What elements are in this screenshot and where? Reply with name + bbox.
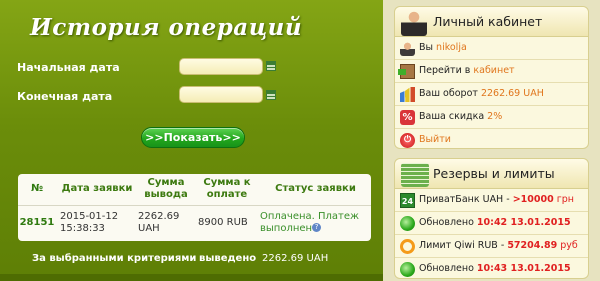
qiwi-icon xyxy=(400,239,415,254)
logout-row: ⏻ Выйти xyxy=(395,129,588,152)
updated-value: 10:42 13.01.2015 xyxy=(476,217,571,228)
operation-status: Оплачена. Платеж выполнен? xyxy=(256,205,371,241)
turnover-value: 2262.69 UAH xyxy=(480,88,544,99)
operation-withdraw: 2262.69 UAH xyxy=(138,211,180,235)
calendar-icon[interactable] xyxy=(266,61,276,71)
footer-bar xyxy=(0,274,383,281)
updated-value: 10:43 13.01.2015 xyxy=(476,263,571,274)
user-icon xyxy=(400,41,415,56)
discount-row: % Ваша скидка 2% xyxy=(395,106,588,129)
reserves-header: Резервы и лимиты xyxy=(395,159,588,189)
turnover-prefix: Ваш оборот xyxy=(419,88,481,99)
qiwi-unit: руб xyxy=(557,240,578,251)
show-button[interactable]: >>Показать>> xyxy=(141,127,245,148)
column-header: Статус заявки xyxy=(256,174,371,206)
user-avatar-icon xyxy=(401,9,427,36)
money-stack-icon xyxy=(401,163,429,187)
updated-row-2: Обновлено 10:43 13.01.2015 xyxy=(395,258,588,281)
operations-table: № Дата заявки Сумма вывода Сумма к оплат… xyxy=(18,174,371,241)
updated-prefix: Обновлено xyxy=(419,217,477,228)
updated-prefix: Обновлено xyxy=(419,263,477,274)
green-circle-icon xyxy=(400,262,415,277)
operation-pay: 8900 RUB xyxy=(198,217,248,229)
history-panel: История операций Начальная дата Конечная… xyxy=(0,0,383,281)
table-header-row: № Дата заявки Сумма вывода Сумма к оплат… xyxy=(18,174,371,206)
power-icon: ⏻ xyxy=(400,133,415,148)
operation-date: 2015-01-12 15:38:33 xyxy=(60,211,119,235)
summary-mid-label: выведено xyxy=(199,253,257,264)
privat-unit: грн xyxy=(553,194,574,205)
reserves-box: Резервы и лимиты 24 ПриватБанк UAH - >10… xyxy=(394,158,589,279)
qiwi-value: 57204.89 xyxy=(507,240,558,251)
reserves-title: Резервы и лимиты xyxy=(433,166,555,181)
discount-value: 2% xyxy=(487,111,503,122)
cabinet-link[interactable]: кабинет xyxy=(473,65,514,76)
calendar-icon[interactable] xyxy=(266,90,276,100)
username-link[interactable]: nikolja xyxy=(436,42,467,53)
column-header: № xyxy=(18,174,56,206)
qiwi-row: Лимит Qiwi RUB - 57204.89 руб xyxy=(395,235,588,258)
start-date-input[interactable] xyxy=(179,58,263,75)
logout-link[interactable]: Выйти xyxy=(419,134,451,145)
help-icon[interactable]: ? xyxy=(312,223,322,233)
start-date-label: Начальная дата xyxy=(17,61,120,74)
status-text: Оплачена. Платеж выполнен xyxy=(260,211,360,235)
end-date-input[interactable] xyxy=(179,86,263,103)
turnover-row: Ваш оборот 2262.69 UAH xyxy=(395,83,588,106)
bar-chart-icon xyxy=(400,87,415,102)
column-header: Сумма вывода xyxy=(134,174,194,206)
page-title: История операций xyxy=(30,14,303,41)
column-header: Дата заявки xyxy=(56,174,134,206)
summary-label: За выбранными критериями xyxy=(32,253,197,264)
privat-prefix: ПриватБанк UAH - xyxy=(419,194,513,205)
privatbank-row: 24 ПриватБанк UAH - >10000 грн xyxy=(395,189,588,212)
discount-prefix: Ваша скидка xyxy=(419,111,488,122)
updated-row-1: Обновлено 10:42 13.01.2015 xyxy=(395,212,588,235)
user-prefix: Вы xyxy=(419,42,437,53)
column-header: Сумма к оплате xyxy=(194,174,256,206)
operation-id[interactable]: 28151 xyxy=(18,205,56,241)
table-row: 28151 2015-01-12 15:38:33 2262.69 UAH 89… xyxy=(18,205,371,241)
privatbank-24-icon: 24 xyxy=(400,193,415,208)
green-circle-icon xyxy=(400,216,415,231)
summary-value: 2262.69 UAH xyxy=(262,253,329,264)
qiwi-prefix: Лимит Qiwi RUB - xyxy=(419,240,508,251)
percent-icon: % xyxy=(400,110,415,125)
cabinet-box: Личный кабинет Вы nikolja Перейти в каби… xyxy=(394,6,589,149)
end-date-label: Конечная дата xyxy=(17,90,113,103)
privat-value: >10000 xyxy=(512,194,554,205)
door-arrow-icon xyxy=(398,64,415,79)
goto-cabinet-row: Перейти в кабинет xyxy=(395,60,588,83)
cabinet-title: Личный кабинет xyxy=(433,14,543,29)
cabinet-header: Личный кабинет xyxy=(395,7,588,37)
user-row: Вы nikolja xyxy=(395,37,588,60)
goto-prefix: Перейти в xyxy=(419,65,474,76)
